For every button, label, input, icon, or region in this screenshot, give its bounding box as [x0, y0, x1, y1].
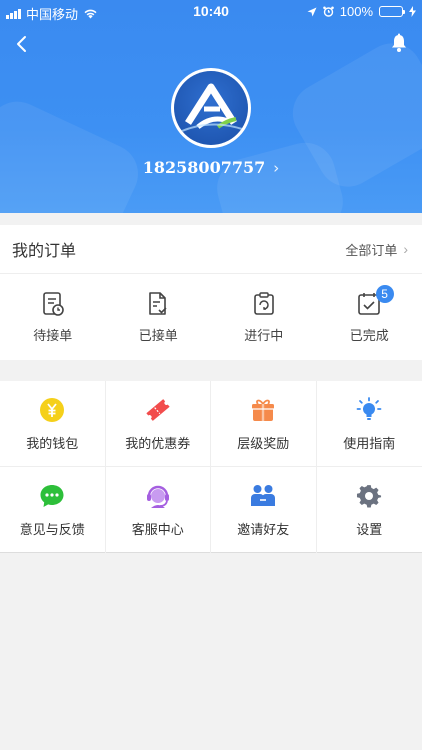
- chevron-right-icon: ›: [403, 241, 408, 257]
- invite-friends-icon: [251, 485, 276, 506]
- charging-icon: [409, 6, 416, 17]
- all-orders-link[interactable]: 全部订单 ›: [345, 240, 408, 259]
- header-decoration: [0, 91, 148, 213]
- order-status-accepted[interactable]: 已接单: [106, 274, 212, 360]
- wallet-icon: [40, 397, 65, 422]
- order-status-label: 待接单: [33, 327, 73, 343]
- phone-number-row[interactable]: 18258007757 ›: [0, 158, 422, 177]
- order-status-in-progress[interactable]: 进行中: [211, 274, 317, 360]
- menu-item-tier-rewards[interactable]: 层级奖励: [211, 381, 317, 467]
- phone-number: 18258007757: [142, 158, 266, 177]
- menu-item-feedback[interactable]: 意见与反馈: [0, 467, 106, 553]
- menu-item-wallet[interactable]: 我的钱包: [0, 381, 106, 467]
- back-button[interactable]: [12, 32, 34, 56]
- menu-item-label: 我的钱包: [26, 435, 79, 451]
- accepted-order-icon: [149, 291, 167, 315]
- menu-item-coupons[interactable]: 我的优惠券: [105, 381, 211, 467]
- settings-icon: [357, 485, 382, 508]
- order-status-completed[interactable]: 5 已完成: [317, 274, 422, 360]
- menu-item-invite-friends[interactable]: 邀请好友: [211, 467, 317, 553]
- chevron-right-icon: ›: [273, 159, 280, 177]
- menu-item-label: 邀请好友: [237, 522, 290, 537]
- avatar[interactable]: [171, 68, 251, 148]
- alarm-icon: [322, 6, 334, 17]
- gift-icon: [252, 399, 275, 421]
- orders-card: 我的订单 全部订单 › 待接单 已接单 进行中 5 已完成: [0, 225, 422, 360]
- menu-item-customer-service[interactable]: 客服中心: [106, 467, 211, 553]
- pending-order-icon: [42, 291, 64, 316]
- battery-percent: 100%: [339, 4, 373, 19]
- bell-icon: [392, 33, 406, 52]
- coupon-icon: [146, 398, 170, 421]
- lightbulb-icon: [356, 396, 382, 420]
- notification-button[interactable]: [390, 33, 408, 53]
- customer-service-icon: [146, 485, 169, 508]
- logo-icon: [174, 71, 248, 145]
- order-status-list: 待接单 已接单 进行中 5 已完成: [0, 274, 422, 360]
- location-icon: [307, 7, 317, 16]
- profile-header: 中国移动 10:40 100% 18258007757 ›: [0, 0, 422, 213]
- menu-item-label: 意见与反馈: [19, 522, 85, 537]
- menu-item-user-guide[interactable]: 使用指南: [316, 381, 422, 467]
- menu-item-label: 我的优惠券: [125, 435, 191, 451]
- status-right: 100%: [307, 4, 416, 19]
- battery-icon: [379, 6, 405, 17]
- menu-item-label: 层级奖励: [237, 435, 290, 451]
- menu-item-label: 使用指南: [343, 435, 396, 451]
- orders-title: 我的订单: [12, 243, 77, 260]
- order-status-label: 进行中: [244, 327, 284, 343]
- completed-count-badge: 5: [375, 285, 394, 303]
- status-bar: 中国移动 10:40 100%: [0, 0, 422, 24]
- chevron-left-icon: [17, 36, 26, 52]
- feedback-icon: [40, 485, 64, 507]
- feature-grid: 我的钱包 我的优惠券 层级奖励 使用指南 意见与反馈 客服中心 邀请好友 设置: [0, 381, 422, 553]
- order-status-label: 已完成: [349, 327, 389, 343]
- menu-item-settings[interactable]: 设置: [317, 467, 422, 553]
- menu-item-label: 设置: [356, 522, 383, 537]
- orders-header: 我的订单 全部订单 ›: [0, 225, 422, 274]
- order-status-pending[interactable]: 待接单: [0, 274, 106, 360]
- menu-item-label: 客服中心: [131, 522, 184, 537]
- in-progress-icon: [253, 291, 274, 315]
- order-status-label: 已接单: [138, 327, 178, 343]
- all-orders-label: 全部订单: [345, 242, 398, 258]
